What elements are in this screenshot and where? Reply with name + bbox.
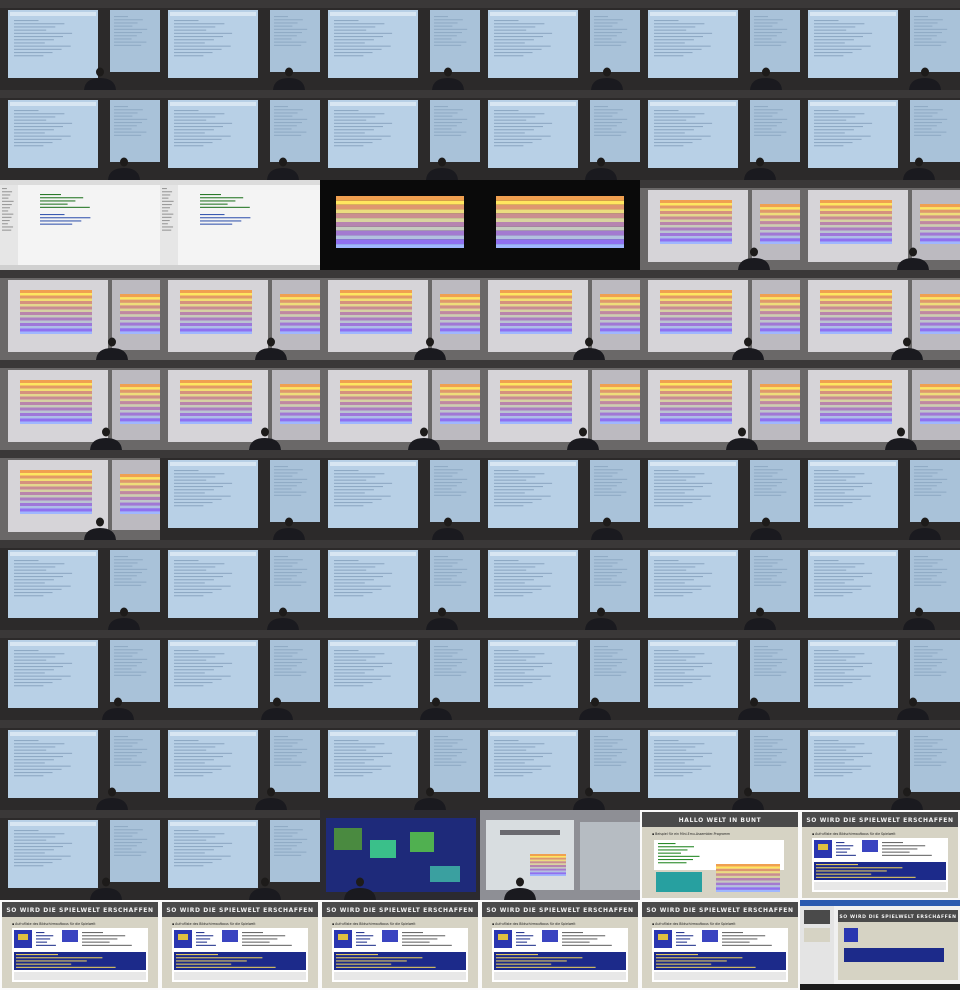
frame-lecture-rainbow <box>0 360 160 450</box>
frame-lecture-code <box>0 0 160 90</box>
frame-lecture-code <box>320 540 480 630</box>
frame-lecture-code <box>320 90 480 180</box>
slide-title: SO WIRD DIE SPIELWELT ERSCHAFFEN <box>326 907 473 914</box>
frame-lecture-code <box>480 540 640 630</box>
slide-title: SO WIRD DIE SPIELWELT ERSCHAFFEN <box>646 907 793 914</box>
slide-title: HALLO WELT IN BUNT <box>679 817 762 824</box>
frame-lecture-rainbow <box>160 360 320 450</box>
slide-bullet: ▪ Aufrufliste des Bildschirmaufbaus für … <box>172 922 256 926</box>
slide-title: SO WIRD DIE SPIELWELT ERSCHAFFEN <box>166 907 313 914</box>
frame-lecture-code <box>800 720 960 810</box>
frame-lecture-code <box>800 630 960 720</box>
frame-rainbow-bars <box>480 180 640 270</box>
frame-rainbow-bars <box>320 180 480 270</box>
frame-desktop-slide: SO WIRD DIE SPIELWELT ERSCHAFFEN <box>800 900 960 990</box>
frame-editor-screenshot <box>0 180 160 270</box>
contact-sheet-grid: HALLO WELT IN BUNT ▪ Beispiel für ein Mi… <box>0 0 960 990</box>
frame-lecture-code <box>320 0 480 90</box>
frame-lecture-code <box>160 810 320 900</box>
slide-bullet: ▪ Beispiel für ein Mini-Emu-Assembler-Pr… <box>652 832 730 836</box>
frame-slide-spielwelt: SO WIRD DIE SPIELWELT ERSCHAFFEN ▪ Aufru… <box>800 810 960 900</box>
frame-lecture-code <box>800 0 960 90</box>
frame-lecture-code <box>0 720 160 810</box>
frame-lecture-rainbow <box>160 270 320 360</box>
frame-lecture-code <box>640 540 800 630</box>
frame-lecture-code <box>480 720 640 810</box>
frame-lecture-slide <box>480 810 640 900</box>
frame-lecture-code <box>320 630 480 720</box>
slide-title: SO WIRD DIE SPIELWELT ERSCHAFFEN <box>486 907 633 914</box>
frame-lecture-code <box>480 630 640 720</box>
frame-lecture-rainbow <box>480 360 640 450</box>
slide-title: SO WIRD DIE SPIELWELT ERSCHAFFEN <box>6 907 153 914</box>
frame-editor-screenshot <box>160 180 320 270</box>
frame-lecture-code <box>640 630 800 720</box>
slide-bullet: ▪ Aufrufliste des Bildschirmaufbaus für … <box>812 832 896 836</box>
frame-lecture-code <box>800 450 960 540</box>
frame-lecture-rainbow <box>480 270 640 360</box>
frame-slide-spielwelt: SO WIRD DIE SPIELWELT ERSCHAFFEN ▪ Aufru… <box>160 900 320 990</box>
frame-lecture-rainbow <box>800 180 960 270</box>
frame-lecture-rainbow <box>0 450 160 540</box>
frame-lecture-code <box>640 0 800 90</box>
slide-bullet: ▪ Aufrufliste des Bildschirmaufbaus für … <box>652 922 736 926</box>
frame-lecture-code <box>160 720 320 810</box>
frame-lecture-code <box>0 630 160 720</box>
frame-lecture-code <box>480 450 640 540</box>
frame-lecture-code <box>320 450 480 540</box>
frame-slide-spielwelt: SO WIRD DIE SPIELWELT ERSCHAFFEN ▪ Aufru… <box>480 900 640 990</box>
frame-lecture-code <box>160 0 320 90</box>
frame-lecture-code <box>640 450 800 540</box>
frame-lecture-game <box>320 810 480 900</box>
slide-bullet: ▪ Aufrufliste des Bildschirmaufbaus für … <box>332 922 416 926</box>
frame-lecture-code <box>480 0 640 90</box>
frame-lecture-code <box>640 720 800 810</box>
frame-lecture-rainbow <box>640 360 800 450</box>
frame-lecture-rainbow <box>640 180 800 270</box>
frame-lecture-code <box>160 630 320 720</box>
frame-slide-spielwelt: SO WIRD DIE SPIELWELT ERSCHAFFEN ▪ Aufru… <box>320 900 480 990</box>
frame-lecture-code <box>480 90 640 180</box>
frame-lecture-rainbow <box>800 270 960 360</box>
frame-lecture-rainbow <box>800 360 960 450</box>
frame-lecture-code <box>640 90 800 180</box>
frame-lecture-rainbow <box>640 270 800 360</box>
frame-lecture-rainbow <box>320 360 480 450</box>
svg-text:SO WIRD DIE SPIELWELT ERSCHAFF: SO WIRD DIE SPIELWELT ERSCHAFFEN <box>839 914 956 920</box>
frame-slide-spielwelt: SO WIRD DIE SPIELWELT ERSCHAFFEN ▪ Aufru… <box>640 900 800 990</box>
frame-lecture-code <box>160 450 320 540</box>
frame-lecture-code <box>800 90 960 180</box>
frame-lecture-code <box>0 90 160 180</box>
slide-title: SO WIRD DIE SPIELWELT ERSCHAFFEN <box>806 817 953 824</box>
frame-lecture-rainbow <box>0 270 160 360</box>
frame-lecture-code <box>160 540 320 630</box>
frame-slide-hallo: HALLO WELT IN BUNT ▪ Beispiel für ein Mi… <box>640 810 800 900</box>
frame-lecture-code <box>160 90 320 180</box>
slide-bullet: ▪ Aufrufliste des Bildschirmaufbaus für … <box>12 922 96 926</box>
frame-lecture-code <box>0 810 160 900</box>
frame-lecture-code <box>0 540 160 630</box>
slide-bullet: ▪ Aufrufliste des Bildschirmaufbaus für … <box>492 922 576 926</box>
frame-lecture-code <box>320 720 480 810</box>
frame-lecture-code <box>800 540 960 630</box>
frame-slide-spielwelt: SO WIRD DIE SPIELWELT ERSCHAFFEN ▪ Aufru… <box>0 900 160 990</box>
frame-lecture-rainbow <box>320 270 480 360</box>
